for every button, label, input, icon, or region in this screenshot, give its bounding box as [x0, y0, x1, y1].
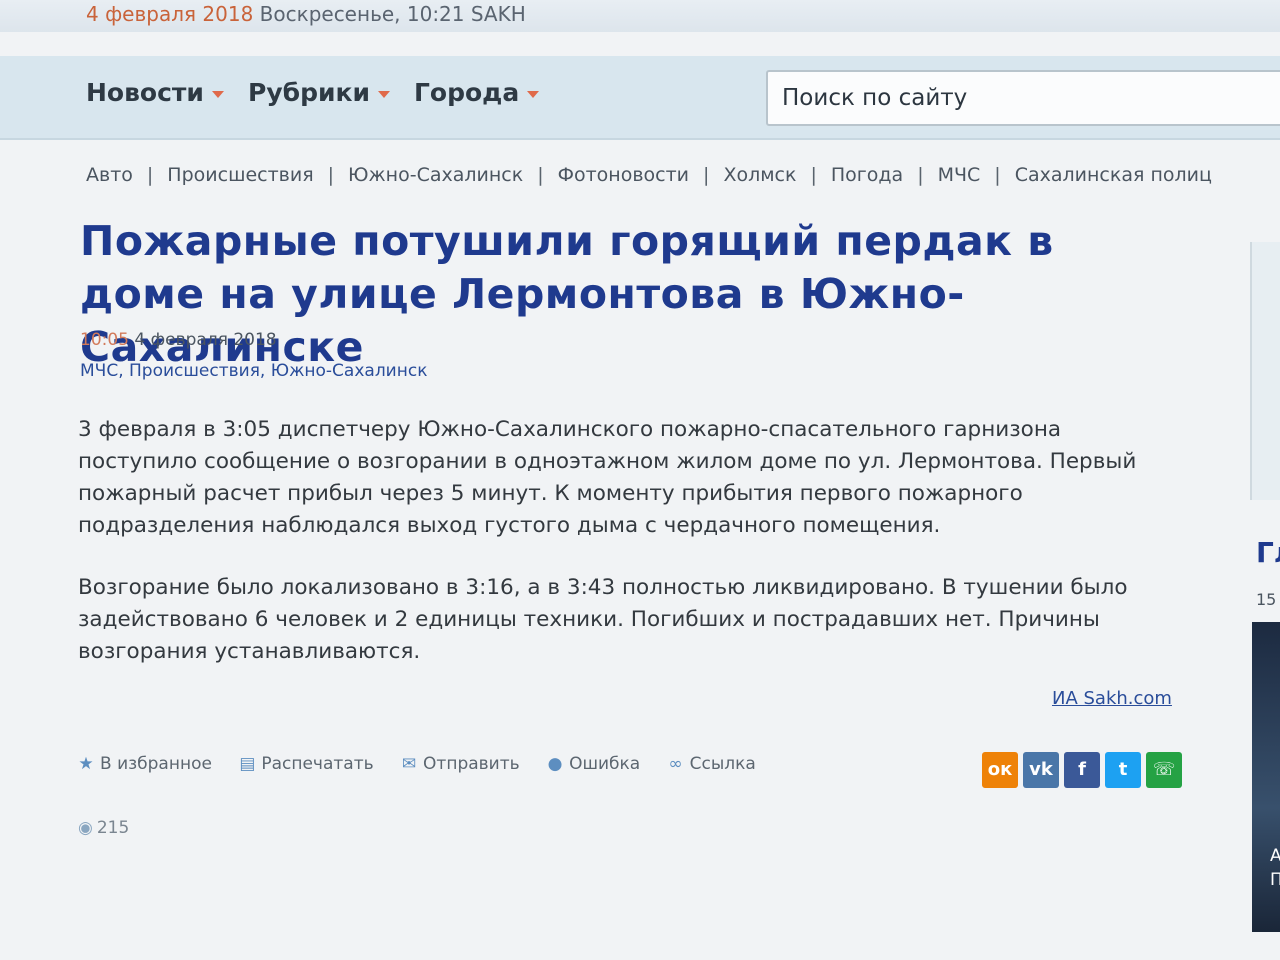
right-photo-caption: А — [1270, 846, 1280, 866]
envelope-icon: ✉ — [401, 754, 417, 774]
rubric-mchs[interactable]: МЧС — [938, 164, 981, 186]
right-column-photo[interactable]: А П — [1252, 622, 1280, 932]
article-time: 10:05 — [80, 330, 129, 350]
vk-icon[interactable]: vk — [1023, 752, 1059, 788]
right-photo-caption: П — [1270, 870, 1280, 890]
separator: | — [327, 164, 335, 186]
separator: | — [810, 164, 817, 186]
facebook-glyph: f — [1078, 759, 1086, 780]
nav-cities[interactable]: Города — [414, 78, 540, 107]
search-input[interactable] — [766, 70, 1280, 126]
rubric-links: Авто | Происшествия | Южно-Сахалинск | Фотонов… — [86, 164, 1280, 186]
twitter-icon[interactable]: t — [1105, 752, 1141, 788]
nav-rubrics[interactable]: Рубрики — [248, 78, 390, 107]
whatsapp-glyph: ☏ — [1152, 759, 1176, 780]
article-paragraph: Возгорание было локализовано в 3:16, а в… — [78, 575, 1128, 664]
page: 4 февраля 2018 Воскресенье, 10:21 SAKH Н… — [0, 0, 1280, 960]
info-icon: ● — [547, 754, 563, 774]
article-meta: 10:05 4 февраля 2018 — [80, 330, 277, 350]
favorite-button[interactable]: ★ В избранное — [78, 754, 212, 774]
rubric-incidents[interactable]: Происшествия — [167, 164, 313, 186]
date-bar: 4 февраля 2018 Воскресенье, 10:21 SAKH — [0, 0, 1280, 32]
article-date: 4 февраля 2018 — [129, 330, 277, 350]
print-label: Распечатать — [261, 754, 374, 774]
views-count: 215 — [96, 818, 130, 838]
star-icon: ★ — [78, 754, 94, 774]
current-day-time: Воскресенье, 10:21 SAKH — [253, 2, 526, 26]
article-title: Пожарные потушили горящий пердак в доме … — [80, 217, 1054, 371]
article-tags[interactable]: МЧС, Происшествия, Южно-Сахалинск — [80, 361, 427, 381]
odnoklassniki-icon[interactable]: ок — [982, 752, 1018, 788]
article-paragraph: 3 февраля в 3:05 диспетчеру Южно-Сахалин… — [78, 417, 1137, 538]
source-link[interactable]: ИА Sakh.com — [1052, 688, 1172, 709]
main-nav: Новости Рубрики Города — [0, 56, 1280, 140]
eye-icon: ◉ — [78, 818, 93, 838]
nav-news-label: Новости — [86, 78, 204, 107]
article-actions: ★ В избранное ▤ Распечатать ✉ Отправить ● Ош… — [78, 754, 778, 774]
link-icon: ∞ — [668, 754, 683, 774]
separator: | — [917, 164, 924, 186]
nav-news[interactable]: Новости — [86, 78, 224, 107]
twitter-glyph: t — [1118, 759, 1128, 780]
right-column-number: 15 — [1256, 590, 1277, 609]
article-tags-label[interactable]: МЧС, Происшествия, Южно-Сахалинск — [80, 361, 427, 381]
nav-rubrics-label: Рубрики — [248, 78, 370, 107]
rubric-photonews[interactable]: Фотоновости — [558, 164, 689, 186]
rubric-yuzhno-sakhalinsk[interactable]: Южно-Сахалинск — [348, 164, 523, 186]
rubric-auto[interactable]: Авто — [86, 164, 133, 186]
separator: | — [146, 164, 154, 186]
printer-icon: ▤ — [239, 754, 256, 774]
rubric-weather[interactable]: Погода — [831, 164, 903, 186]
favorite-label: В избранное — [100, 754, 212, 774]
separator: | — [703, 164, 710, 186]
facebook-icon[interactable]: f — [1064, 752, 1100, 788]
whatsapp-icon[interactable]: ☏ — [1146, 752, 1182, 788]
right-column-heading: Гл — [1256, 536, 1280, 569]
views-counter: ◉ 215 — [78, 818, 129, 838]
print-button[interactable]: ▤ Распечатать — [239, 754, 373, 774]
link-label: Ссылка — [689, 754, 756, 774]
report-error-button[interactable]: ● Ошибка — [547, 754, 641, 774]
chevron-down-icon — [211, 90, 224, 98]
chevron-down-icon — [377, 90, 390, 98]
odnoklassniki-glyph: ок — [987, 759, 1013, 780]
rubric-police[interactable]: Сахалинская полиц — [1015, 164, 1212, 186]
rubric-kholmsk[interactable]: Холмск — [723, 164, 796, 186]
separator: | — [537, 164, 544, 186]
send-label: Отправить — [423, 754, 520, 774]
right-banner[interactable] — [1250, 242, 1280, 500]
error-label: Ошибка — [569, 754, 641, 774]
share-buttons: ок vk f t ☏ — [982, 752, 1187, 788]
current-date: 4 февраля 2018 — [86, 2, 254, 26]
chevron-down-icon — [527, 90, 540, 98]
nav-cities-label: Города — [414, 78, 520, 107]
vk-glyph: vk — [1029, 759, 1053, 780]
send-button[interactable]: ✉ Отправить — [401, 754, 520, 774]
separator: | — [994, 164, 1001, 186]
link-button[interactable]: ∞ Ссылка — [668, 754, 756, 774]
